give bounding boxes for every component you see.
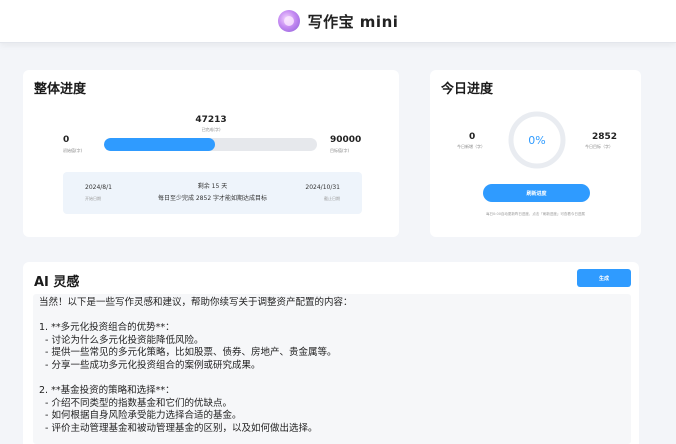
overall-progress-bar	[104, 138, 317, 151]
ai-output-line: - 介绍不同类型的指数基金和它们的优缺点。	[39, 397, 232, 409]
ai-output-line	[39, 373, 625, 386]
app-header: 写作宝 mini	[0, 0, 676, 43]
end-date: 2024/10/31	[305, 184, 340, 191]
today-added-value: 0	[469, 132, 476, 142]
today-added-label: 今日新增（字）	[457, 144, 485, 149]
target-value: 90000	[330, 135, 362, 145]
ai-output-text[interactable]: 当然！以下是一些写作灵感和建议，帮助你续写关于调整资产配置的内容： 1. **多…	[33, 294, 631, 444]
overall-progress-fill	[104, 138, 215, 151]
today-progress-card: 今日进度 0 今日新增（字） 0% 2852 今日目标（字） 刷新进度 每日0:…	[430, 70, 641, 237]
overall-progress-title: 整体进度	[34, 82, 87, 97]
initial-value: 0	[63, 135, 70, 145]
initial-value-label: 初始值(字)	[63, 148, 83, 153]
ai-output-line: - 提供一些常见的多元化策略，比如股票、债券、房地产、贵金属等。	[39, 347, 337, 359]
daily-goal-text: 每日至少完成 2852 字才能如期达成目标	[157, 195, 268, 202]
ai-output-line: - 分享一些成功多元化投资组合的案例或研究成果。	[39, 359, 261, 371]
completed-words-value: 47213	[195, 115, 227, 125]
ai-inspiration-title: AI 灵感	[34, 275, 80, 290]
ai-output-line: 当然！以下是一些写作灵感和建议，帮助你续写关于调整资产配置的内容：	[39, 297, 353, 308]
target-value-label: 目标值(字)	[330, 148, 350, 153]
ai-output-line: 2. **基金投资的策略和选择**：	[39, 385, 175, 397]
today-target-value: 2852	[592, 132, 618, 142]
ai-output-line: 1. **多元化投资组合的优势**：	[39, 322, 175, 334]
completed-words-label: 已完成(字)	[201, 127, 221, 132]
ai-output-line: - 评价主动管理基金和被动管理基金的区别，以及如何做出选择。	[39, 422, 318, 434]
today-target-label: 今日目标（字）	[585, 144, 613, 149]
today-percent: 0%	[528, 133, 546, 147]
ai-output-line: - 讨论为什么多元化投资能降低风险。	[39, 334, 204, 346]
ai-inspiration-card: AI 灵感 生成 当然！以下是一些写作灵感和建议，帮助你续写关于调整资产配置的内…	[23, 262, 639, 444]
app-logo-icon	[277, 10, 300, 32]
schedule-info-box: 2024/8/1 开始日期 剩余 15 天 每日至少完成 2852 字才能如期达…	[63, 172, 362, 214]
today-progress-title: 今日进度	[441, 82, 494, 97]
refresh-note: 每日0:00自动更新昨日进度，点击「刷新进度」可查看今日进展	[486, 212, 585, 216]
ai-output-line	[39, 310, 625, 323]
ai-output-line: - 如何根据自身风险承受能力选择合适的基金。	[39, 410, 242, 422]
overall-progress-card: 整体进度 47213 已完成(字) 0 初始值(字) 90000 目标值(字) …	[23, 70, 399, 237]
generate-button[interactable]: 生成	[577, 269, 631, 287]
app-title: 写作宝 mini	[307, 12, 399, 31]
end-date-label: 截止日期	[324, 196, 340, 201]
refresh-progress-button[interactable]: 刷新进度	[483, 184, 590, 202]
